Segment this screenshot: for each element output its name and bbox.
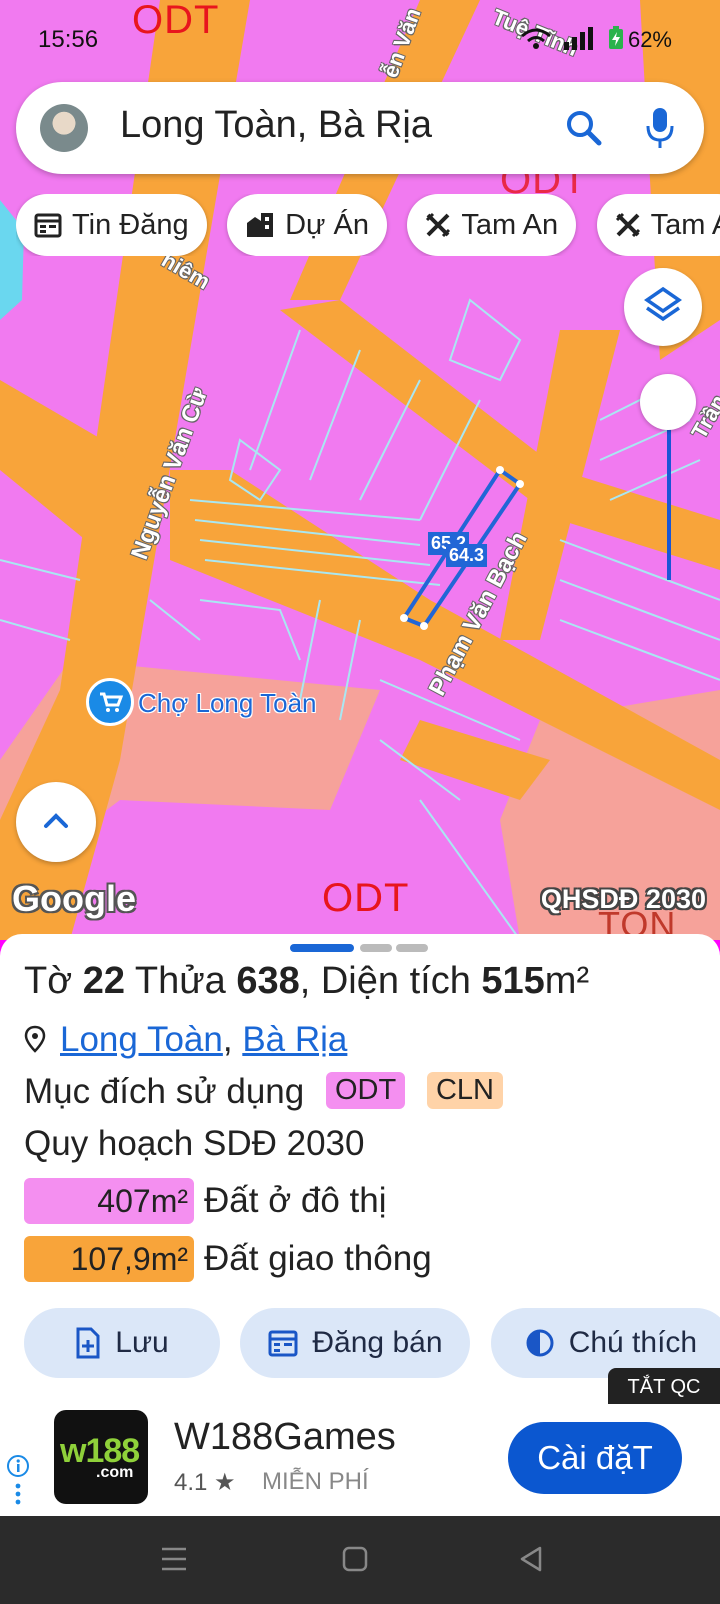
save-doc-icon xyxy=(76,1327,100,1359)
plan-heading: Quy hoạch SDĐ 2030 xyxy=(24,1124,365,1163)
ad-app-name[interactable]: W188Games xyxy=(174,1416,396,1459)
chip-label: Tam A xyxy=(650,208,720,241)
dimension-label: 64.3 xyxy=(446,544,488,567)
search-input[interactable]: Long Toàn, Bà Rịa xyxy=(120,104,432,147)
city-link[interactable]: Bà Rịa xyxy=(242,1020,347,1059)
building-icon xyxy=(247,213,274,237)
status-bar: 15:56 62% xyxy=(0,0,720,80)
battery-icon xyxy=(608,26,623,49)
back-icon[interactable] xyxy=(518,1546,544,1577)
save-button[interactable]: Lưu xyxy=(24,1308,220,1378)
sheet-handle[interactable] xyxy=(290,944,354,952)
ad-banner[interactable]: w188 .com W188Games 4.1 ★ MIỄN PHÍ Cài đ… xyxy=(0,1404,720,1516)
pencil-ruler-icon xyxy=(615,212,640,238)
battery-percent: 62% xyxy=(627,27,672,52)
clock: 15:56 xyxy=(38,26,99,53)
parcel-location: Long Toàn, Bà Rịa xyxy=(24,1020,347,1060)
land-use-row: 407m² Đất ở đô thị xyxy=(24,1178,387,1224)
install-button[interactable]: Cài đặT xyxy=(508,1422,682,1494)
wifi-signal-icon xyxy=(521,27,593,50)
area-value: 515 xyxy=(481,960,545,1002)
layer-name-label: QHSDĐ 2030 xyxy=(540,884,706,914)
chip-label: Tin Đăng xyxy=(72,208,189,241)
location-pin-icon xyxy=(24,1025,46,1053)
calendar-post-icon xyxy=(268,1330,298,1357)
chevron-up-icon xyxy=(44,813,68,828)
zone-label: ODT xyxy=(322,876,410,920)
land-use-row: 107,9m² Đất giao thông xyxy=(24,1236,432,1282)
ad-rating: 4.1 ★ xyxy=(174,1469,236,1496)
land-use-label: Đất ở đô thị xyxy=(204,1181,387,1220)
parcel-info-sheet: Tờ 22 Thửa 638, Diện tích 515m² Long Toà… xyxy=(0,934,720,1404)
layers-button[interactable] xyxy=(624,268,702,346)
land-purpose-row: Mục đích sử dụng ODT CLN xyxy=(24,1072,503,1112)
layers-icon xyxy=(644,286,682,322)
ad-info-icon[interactable] xyxy=(6,1454,30,1511)
ad-price: MIỄN PHÍ xyxy=(262,1468,369,1495)
post-sale-button[interactable]: Đăng bán xyxy=(240,1308,471,1378)
contrast-icon xyxy=(526,1329,554,1357)
legend-label: Chú thích xyxy=(568,1326,698,1359)
chip-label: Tam An xyxy=(461,208,559,241)
hide-ads-button[interactable]: TẮT QC xyxy=(608,1368,720,1406)
ward-link[interactable]: Long Toàn xyxy=(60,1020,223,1059)
calendar-icon xyxy=(34,213,62,238)
chip-tam-an-2[interactable]: Tam A xyxy=(596,194,720,256)
battery-indicator: 62% xyxy=(608,26,672,53)
land-use-label: Đất giao thông xyxy=(204,1239,432,1278)
parcel-title: Tờ 22 Thửa 638, Diện tích 515m² xyxy=(24,960,590,1002)
plot-number: 638 xyxy=(236,960,300,1002)
land-use-area: 107,9m² xyxy=(24,1236,194,1282)
opacity-slider-track[interactable] xyxy=(667,420,671,580)
search-bar[interactable]: Long Toàn, Bà Rịa xyxy=(16,82,704,174)
pencil-ruler-icon xyxy=(426,212,451,238)
purpose-tag-cln: CLN xyxy=(426,1072,503,1109)
menu-icon[interactable] xyxy=(160,1546,188,1577)
search-icon[interactable] xyxy=(564,108,604,153)
expand-up-button[interactable] xyxy=(16,782,96,862)
sheet-number: 22 xyxy=(82,960,125,1002)
home-icon[interactable] xyxy=(342,1546,368,1577)
chip-label: Dự Án xyxy=(285,208,369,241)
shopping-cart-icon xyxy=(86,678,134,726)
avatar[interactable] xyxy=(40,104,88,152)
post-sale-label: Đăng bán xyxy=(312,1326,443,1359)
chip-du-an[interactable]: Dự Án xyxy=(227,194,387,256)
purpose-tag-odt: ODT xyxy=(325,1072,406,1109)
poi-name: Chợ Long Toàn xyxy=(138,688,317,718)
chip-tin-dang[interactable]: Tin Đăng xyxy=(16,194,207,256)
google-logo: Google xyxy=(12,878,136,919)
filter-chips: Tin Đăng Dự Án Tam An Tam A xyxy=(16,194,720,256)
microphone-icon[interactable] xyxy=(646,106,674,155)
sheet-handle-dot xyxy=(396,944,428,952)
app-logo[interactable]: w188 .com xyxy=(54,1410,148,1504)
system-nav-bar xyxy=(0,1516,720,1604)
opacity-slider-handle[interactable] xyxy=(640,374,696,430)
sheet-handle-dot xyxy=(360,944,392,952)
land-use-area: 407m² xyxy=(24,1178,194,1224)
chip-tam-an[interactable]: Tam An xyxy=(407,194,577,256)
save-label: Lưu xyxy=(115,1326,169,1359)
signal-icons xyxy=(520,26,600,55)
